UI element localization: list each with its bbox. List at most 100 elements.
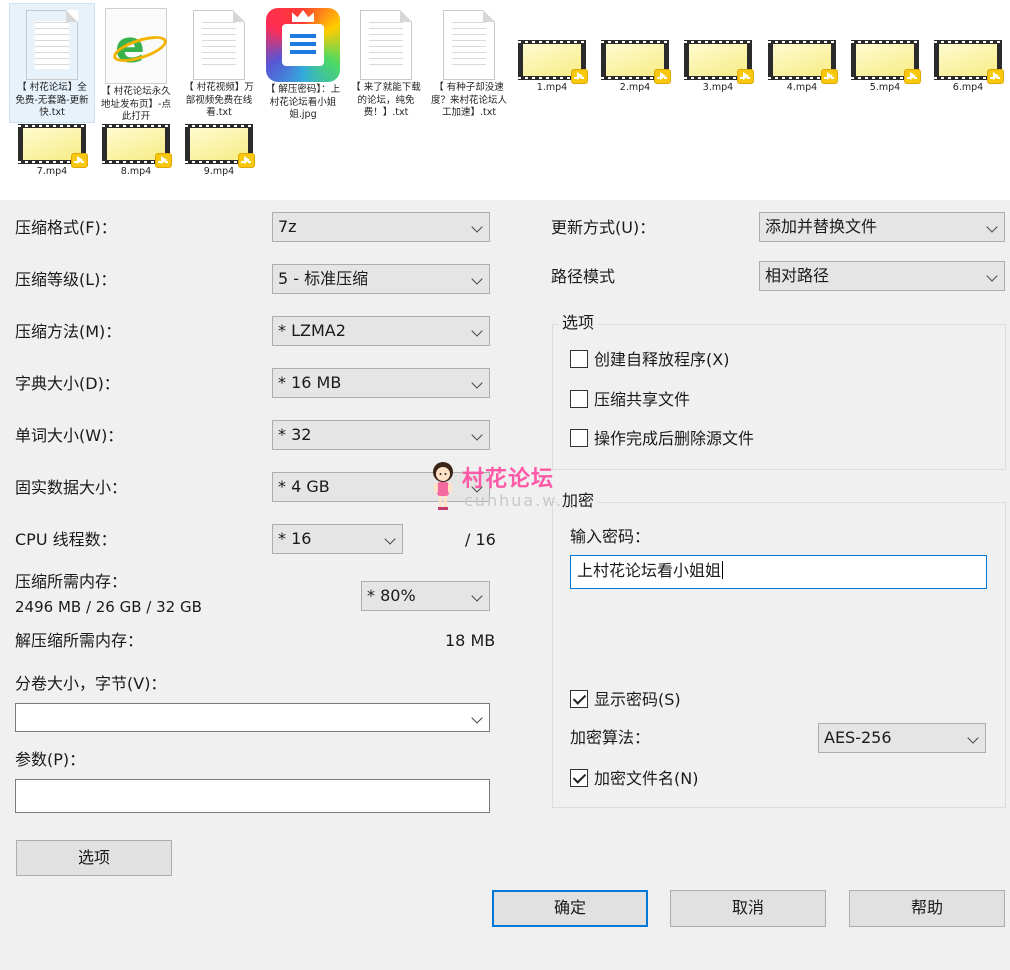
solid-block-size-value: * 4 GB	[278, 477, 330, 496]
file-item[interactable]: 6.mp4	[926, 40, 1010, 95]
update-mode-value: 添加并替换文件	[765, 217, 878, 236]
solid-block-size-label: 固实数据大小：	[15, 478, 128, 497]
file-item[interactable]: 【 来了就能下载的论坛，纯免费！】.txt	[344, 4, 428, 120]
archive-format-select[interactable]: 7z	[272, 212, 490, 242]
delete-after-checkbox-box[interactable]	[570, 429, 588, 447]
chevron-down-icon	[471, 429, 483, 441]
decompress-memory-label: 解压缩所需内存：	[15, 631, 144, 650]
forum-watermark: 村花论坛 cunhua.w...	[428, 460, 618, 520]
compression-level-select[interactable]: 5 - 标准压缩	[272, 264, 490, 294]
memory-usage-detail: 2496 MB / 26 GB / 32 GB	[15, 598, 202, 616]
cancel-button[interactable]: 取消	[670, 890, 826, 927]
video-file-icon	[768, 40, 838, 84]
parameters-label: 参数(P)：	[15, 750, 86, 769]
file-name: 【 村花视频】万部视频免费在线看.txt	[184, 82, 254, 118]
delete-after-checkbox-label: 操作完成后删除源文件	[594, 429, 755, 448]
compression-method-select[interactable]: * LZMA2	[272, 316, 490, 346]
browser-icon: e	[105, 8, 167, 84]
shared-files-checkbox-label: 压缩共享文件	[594, 390, 691, 409]
encrypt-filenames-checkbox-box[interactable]	[570, 769, 588, 787]
video-file-icon	[518, 40, 588, 84]
show-password-checkbox[interactable]: 显示密码(S)	[570, 690, 681, 710]
update-mode-select[interactable]: 添加并替换文件	[759, 212, 1005, 242]
video-file-icon	[601, 40, 671, 84]
file-name: 【 村花论坛永久地址发布页】-点此打开	[101, 86, 171, 122]
file-item[interactable]: 【 有种子却没速度？来村花论坛人工加速】.txt	[427, 4, 511, 120]
text-file-icon	[193, 10, 245, 80]
show-password-checkbox-box[interactable]	[570, 690, 588, 708]
help-button[interactable]: 帮助	[849, 890, 1005, 927]
word-size-value: * 32	[278, 425, 312, 444]
sfx-checkbox[interactable]: 创建自释放程序(X)	[570, 350, 729, 370]
ok-button[interactable]: 确定	[492, 890, 648, 927]
encrypt-filenames-checkbox[interactable]: 加密文件名(N)	[570, 769, 698, 789]
chevron-down-icon	[384, 533, 396, 545]
compression-level-value: 5 - 标准压缩	[278, 269, 369, 288]
chevron-down-icon	[471, 221, 483, 233]
video-file-icon	[934, 40, 1004, 84]
dictionary-size-value: * 16 MB	[278, 373, 342, 392]
split-volume-input[interactable]	[15, 703, 490, 732]
file-item[interactable]: e 【 村花论坛永久地址发布页】-点此打开	[94, 4, 178, 124]
chevron-down-icon	[471, 325, 483, 337]
show-password-label: 显示密码(S)	[594, 690, 681, 709]
cpu-threads-value: * 16	[278, 529, 312, 548]
add-to-archive-dialog: 压缩格式(F)： 7z 压缩等级(L)： 5 - 标准压缩 压缩方法(M)： *…	[0, 200, 1010, 970]
sfx-checkbox-label: 创建自释放程序(X)	[594, 350, 730, 369]
chevron-down-icon	[471, 712, 483, 724]
file-item[interactable]: 3.mp4	[676, 40, 760, 95]
split-volume-label: 分卷大小，字节(V)：	[15, 674, 167, 693]
delete-after-checkbox[interactable]: 操作完成后删除源文件	[570, 429, 754, 449]
compression-level-label: 压缩等级(L)：	[15, 270, 117, 289]
text-caret	[722, 561, 724, 579]
watermark-title: 村花论坛	[462, 467, 555, 492]
encryption-method-select[interactable]: AES-256	[818, 723, 986, 753]
options-group-title: 选项	[558, 313, 599, 333]
file-name: 【 有种子却没速度？来村花论坛人工加速】.txt	[430, 82, 507, 118]
cpu-threads-select[interactable]: * 16	[272, 524, 403, 554]
chevron-down-icon	[471, 273, 483, 285]
file-item[interactable]: 1.mp4	[510, 40, 594, 95]
cpu-threads-max: / 16	[465, 530, 496, 549]
text-file-icon	[360, 10, 412, 80]
image-app-icon	[266, 8, 340, 82]
file-name: 【 来了就能下载的论坛，纯免费！】.txt	[351, 82, 421, 118]
file-item[interactable]: 【 解压密码】：上村花论坛看小姐姐.jpg	[261, 4, 345, 122]
shared-files-checkbox-box[interactable]	[570, 390, 588, 408]
cartoon-girl-icon	[433, 462, 453, 510]
shared-files-checkbox[interactable]: 压缩共享文件	[570, 390, 690, 410]
file-item[interactable]: 2.mp4	[593, 40, 677, 95]
path-mode-label: 路径模式	[551, 267, 616, 286]
file-item[interactable]: 【 村花论坛】全免费-无套路-更新快.txt	[9, 3, 95, 123]
video-file-icon	[851, 40, 921, 84]
file-item[interactable]: 8.mp4	[94, 124, 178, 179]
video-file-icon	[102, 124, 172, 168]
archive-format-label: 压缩格式(F)：	[15, 218, 117, 237]
options-button[interactable]: 选项	[16, 840, 172, 876]
text-file-icon	[443, 10, 495, 80]
video-file-icon	[684, 40, 754, 84]
file-item[interactable]: 【 村花视频】万部视频免费在线看.txt	[177, 4, 261, 120]
chevron-down-icon	[986, 270, 998, 282]
file-item[interactable]: 7.mp4	[10, 124, 94, 179]
chevron-down-icon	[986, 221, 998, 233]
file-item[interactable]: 4.mp4	[760, 40, 844, 95]
file-name: 【 村花论坛】全免费-无套路-更新快.txt	[15, 82, 89, 118]
archive-format-value: 7z	[278, 217, 297, 236]
password-input[interactable]: 上村花论坛看小姐姐	[570, 555, 987, 589]
word-size-label: 单词大小(W)：	[15, 426, 124, 445]
dictionary-size-label: 字典大小(D)：	[15, 374, 120, 393]
encryption-method-value: AES-256	[824, 728, 892, 747]
memory-usage-select[interactable]: * 80%	[361, 581, 490, 611]
video-file-icon	[18, 124, 88, 168]
file-item[interactable]: 9.mp4	[177, 124, 261, 179]
dictionary-size-select[interactable]: * 16 MB	[272, 368, 490, 398]
password-value: 上村花论坛看小姐姐	[577, 561, 722, 580]
watermark-subtitle: cunhua.w...	[464, 491, 578, 510]
word-size-select[interactable]: * 32	[272, 420, 490, 450]
chevron-down-icon	[471, 590, 483, 602]
parameters-input[interactable]	[15, 779, 490, 813]
sfx-checkbox-box[interactable]	[570, 350, 588, 368]
path-mode-select[interactable]: 相对路径	[759, 261, 1005, 291]
file-item[interactable]: 5.mp4	[843, 40, 927, 95]
